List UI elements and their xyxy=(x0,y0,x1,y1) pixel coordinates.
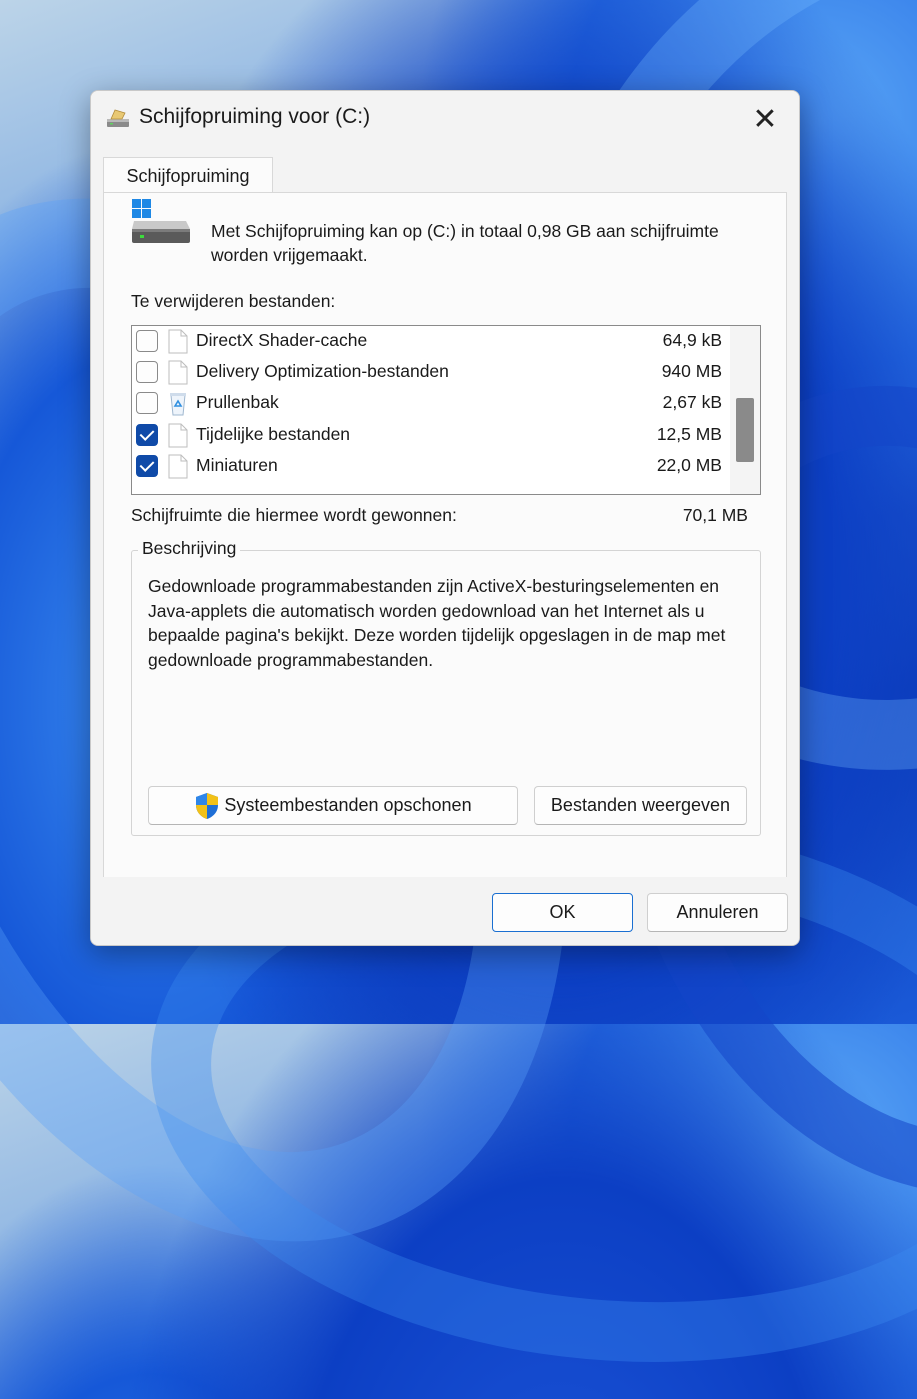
file-size: 64,9 kB xyxy=(662,330,722,350)
checkbox[interactable] xyxy=(136,455,158,477)
tab-panel: Met Schijfopruiming kan op (C:) in totaa… xyxy=(103,192,787,878)
scrollbar[interactable] xyxy=(730,326,760,494)
clean-system-files-label: Systeembestanden opschonen xyxy=(224,795,472,815)
file-icon xyxy=(168,454,188,479)
disk-cleanup-dialog: Schijfopruiming voor (C:) ✕ Schijfopruim… xyxy=(90,90,800,946)
window-title: Schijfopruiming voor (C:) xyxy=(139,105,371,128)
list-item[interactable]: Tijdelijke bestanden 12,5 MB xyxy=(132,420,728,451)
view-files-button[interactable]: Bestanden weergeven xyxy=(534,786,747,825)
file-size: 2,67 kB xyxy=(662,392,722,412)
close-button[interactable]: ✕ xyxy=(745,101,785,137)
file-icon xyxy=(168,360,188,385)
space-gained-value: 70,1 MB xyxy=(682,505,748,525)
files-list[interactable]: DirectX Shader-cache 64,9 kB Delivery Op… xyxy=(131,325,761,495)
checkbox[interactable] xyxy=(136,392,158,414)
hard-drive-icon xyxy=(132,199,190,243)
list-item[interactable]: Miniaturen 22,0 MB xyxy=(132,451,728,482)
checkbox[interactable] xyxy=(136,361,158,383)
list-item[interactable]: Delivery Optimization-bestanden 940 MB xyxy=(132,357,728,388)
scrollbar-thumb[interactable] xyxy=(736,398,754,462)
recycle-bin-icon xyxy=(170,393,186,416)
cancel-button[interactable]: Annuleren xyxy=(647,893,788,932)
disk-cleanup-icon xyxy=(107,109,129,127)
file-size: 12,5 MB xyxy=(656,424,722,444)
file-size: 940 MB xyxy=(661,361,722,381)
list-item[interactable]: DirectX Shader-cache 64,9 kB xyxy=(132,326,728,357)
description-text: Gedownloade programmabestanden zijn Acti… xyxy=(148,576,726,670)
checkbox[interactable] xyxy=(136,330,158,352)
description-legend: Beschrijving xyxy=(138,538,241,559)
title-bar[interactable]: Schijfopruiming voor (C:) ✕ xyxy=(91,91,799,147)
ok-button[interactable]: OK xyxy=(492,893,633,932)
files-label: Te verwijderen bestanden: xyxy=(131,291,336,311)
space-gained-label: Schijfruimte die hiermee wordt gewonnen: xyxy=(131,505,457,525)
file-icon xyxy=(168,329,188,354)
uac-shield-icon xyxy=(196,792,219,819)
file-size: 22,0 MB xyxy=(656,455,722,475)
file-name: Prullenbak xyxy=(196,392,279,412)
file-name: Delivery Optimization-bestanden xyxy=(196,361,449,381)
file-name: Miniaturen xyxy=(196,455,278,475)
clean-system-files-button[interactable]: Systeembestanden opschonen xyxy=(148,786,518,825)
tab-disk-cleanup[interactable]: Schijfopruiming xyxy=(103,157,273,194)
checkbox[interactable] xyxy=(136,424,158,446)
file-icon xyxy=(168,423,188,448)
file-name: Tijdelijke bestanden xyxy=(196,424,351,444)
list-item[interactable]: Prullenbak 2,67 kB xyxy=(132,388,728,419)
close-icon: ✕ xyxy=(752,101,778,137)
intro-text: Met Schijfopruiming kan op (C:) in totaa… xyxy=(211,221,719,265)
file-name: DirectX Shader-cache xyxy=(196,330,368,350)
